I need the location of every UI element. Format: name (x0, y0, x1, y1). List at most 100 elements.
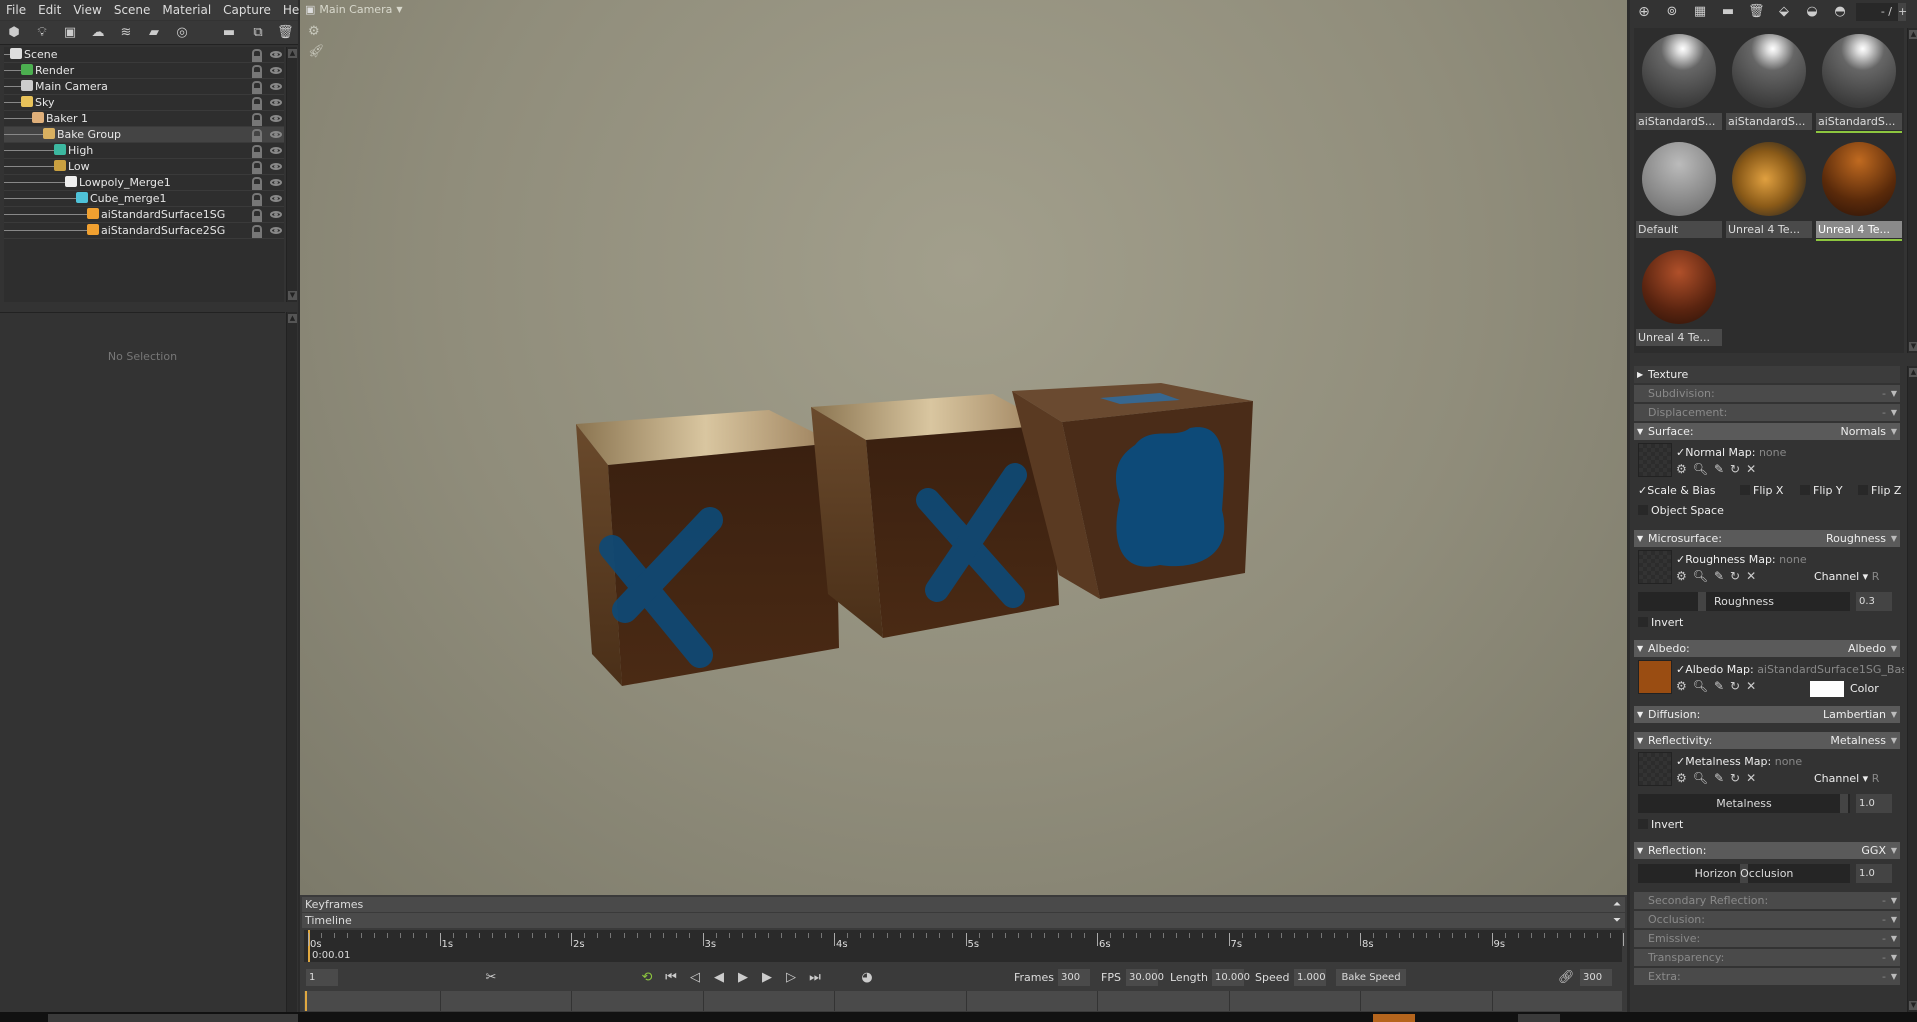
lock-icon[interactable] (252, 161, 262, 174)
lock-icon[interactable] (252, 193, 262, 206)
metalness-slider[interactable]: Metalness (1638, 794, 1850, 813)
horizon-occlusion-slider[interactable]: Horizon Occlusion (1638, 864, 1850, 883)
add-fog-icon[interactable]: ≋ (118, 25, 134, 41)
lock-icon[interactable] (252, 49, 262, 62)
first-frame-icon[interactable]: ⏮ (664, 971, 678, 985)
metalness-map-row[interactable]: ✓Metalness Map: none (1676, 755, 1802, 768)
add-baker-icon[interactable]: ▰ (146, 25, 162, 41)
lock-icon[interactable] (252, 177, 262, 190)
section-microsurface[interactable]: ▼ Microsurface: Roughness ▼ (1634, 530, 1900, 547)
lock-icon[interactable] (252, 145, 262, 158)
eye-icon[interactable] (270, 67, 282, 74)
lock-icon[interactable] (252, 113, 262, 126)
export-icon[interactable]: ◓ (1832, 4, 1848, 20)
section-displacement[interactable]: Displacement: - ▼ (1634, 404, 1900, 421)
object-space-checkbox[interactable]: Object Space (1638, 504, 1724, 517)
section-emissive[interactable]: Emissive: - ▼ (1634, 930, 1900, 947)
tree-item[interactable]: High (4, 143, 284, 159)
tree-item[interactable]: Lowpoly_Merge1 (4, 175, 284, 191)
section-occlusion[interactable]: Occlusion: - ▼ (1634, 911, 1900, 928)
section-reflectivity[interactable]: ▼ Reflectivity: Metalness ▼ (1634, 732, 1900, 749)
duplicate-icon[interactable]: ⧉ (250, 25, 266, 41)
material-thumbnail[interactable]: aiStandardS... (1726, 30, 1812, 134)
albedo-map-thumbnail[interactable] (1638, 660, 1672, 694)
length-field[interactable]: 10.000 (1212, 969, 1250, 986)
speed-icon[interactable]: ◕ (860, 971, 874, 985)
diffusion-mode[interactable]: Lambertian (1823, 706, 1886, 723)
albedo-map-row[interactable]: ✓Albedo Map: aiStandardSurface1SG_Bas (1676, 663, 1904, 676)
lock-icon[interactable] (252, 97, 262, 110)
section-texture[interactable]: ▶ Texture (1634, 366, 1900, 383)
albedo-map-tools[interactable]: ⚙🔍︎✎↻✕ (1676, 679, 1762, 693)
timeline-bar[interactable]: Timeline ⏷ (302, 913, 1625, 928)
material-thumbnail[interactable]: Unreal 4 Te... (1636, 246, 1722, 350)
menu-edit[interactable]: Edit (32, 0, 67, 20)
normal-map-tools[interactable]: ⚙🔍︎✎↻✕ (1676, 462, 1762, 476)
bake-speed-button[interactable]: Bake Speed (1336, 969, 1406, 986)
add-turntable-icon[interactable]: ◎ (174, 25, 190, 41)
viewport-3d[interactable]: ⚙ 🚀︎ (300, 0, 1627, 895)
scroll-up-icon[interactable]: ▲ (288, 314, 297, 323)
duplicate-material-icon[interactable]: ⊚ (1664, 4, 1680, 20)
metalness-invert-checkbox[interactable]: Invert (1638, 818, 1683, 831)
menu-view[interactable]: View (67, 0, 107, 20)
keyframes-bar[interactable]: Keyframes ⏶ (302, 897, 1625, 912)
section-secondary-reflection[interactable]: Secondary Reflection: - ▼ (1634, 892, 1900, 909)
tree-item[interactable]: Bake Group (4, 127, 284, 143)
pick-material-icon[interactable]: ⬙ (1776, 4, 1792, 20)
end-frame-field[interactable]: 300 (1580, 969, 1612, 986)
material-thumbnail[interactable]: aiStandardS... (1636, 30, 1722, 134)
eye-icon[interactable] (270, 163, 282, 170)
flip-y-checkbox[interactable]: Flip Y (1800, 484, 1843, 497)
metalness-map-tools[interactable]: ⚙🔍︎✎↻✕ (1676, 771, 1762, 785)
roughness-map-tools[interactable]: ⚙🔍︎✎↻✕ (1676, 569, 1762, 583)
horizon-occlusion-value[interactable]: 1.0 (1856, 864, 1892, 883)
normal-map-row[interactable]: ✓Normal Map: none (1676, 446, 1786, 459)
material-thumbnail[interactable]: Unreal 4 Te... (1816, 138, 1902, 242)
metalness-map-thumbnail[interactable] (1638, 752, 1672, 786)
tree-item[interactable]: aiStandardSurface2SG (4, 223, 284, 239)
roughness-map-row[interactable]: ✓Roughness Map: none (1676, 553, 1807, 566)
roughness-value[interactable]: 0.3 (1856, 592, 1892, 611)
scroll-up-icon[interactable]: ▲ (1909, 368, 1917, 377)
loop-icon[interactable]: ⟲ (640, 971, 654, 985)
microsurface-mode[interactable]: Roughness (1826, 530, 1886, 547)
scroll-down-icon[interactable]: ▼ (1909, 342, 1917, 351)
tree-item[interactable]: Sky (4, 95, 284, 111)
tree-item[interactable]: aiStandardSurface1SG (4, 207, 284, 223)
trash-icon[interactable]: 🗑︎ (277, 25, 294, 41)
lock-icon[interactable] (252, 129, 262, 142)
menu-file[interactable]: File (0, 0, 32, 20)
metalness-value[interactable]: 1.0 (1856, 794, 1892, 813)
expand-up-icon[interactable]: ⏶ (1613, 897, 1621, 912)
roughness-invert-checkbox[interactable]: Invert (1638, 616, 1683, 629)
prev-key-icon[interactable]: ◁ (688, 971, 702, 985)
flip-x-checkbox[interactable]: Flip X (1740, 484, 1783, 497)
eye-icon[interactable] (270, 179, 282, 186)
play-icon[interactable]: ▶ (736, 971, 750, 985)
tree-scrollbar[interactable]: ▲ ▼ (286, 47, 297, 302)
properties-scrollbar[interactable]: ▲ ▼ (1907, 366, 1917, 1012)
tree-item[interactable]: Low (4, 159, 284, 175)
tree-item[interactable]: Scene (4, 47, 284, 63)
keyframe-track[interactable] (304, 991, 1622, 1011)
add-camera-icon[interactable]: ▣ (62, 25, 78, 41)
albedo-mode[interactable]: Albedo (1848, 640, 1886, 657)
eye-icon[interactable] (270, 115, 282, 122)
tree-item[interactable]: Cube_merge1 (4, 191, 284, 207)
folder-icon[interactable]: ▬ (1720, 4, 1736, 20)
material-thumbnail[interactable]: Unreal 4 Te... (1726, 138, 1812, 242)
page-plus-button[interactable]: + (1898, 3, 1907, 21)
settings-icon[interactable]: ⚙ (308, 24, 320, 39)
cube-2[interactable] (811, 394, 1059, 638)
checker-icon[interactable]: ▦ (1692, 4, 1708, 20)
roughness-map-thumbnail[interactable] (1638, 550, 1672, 584)
section-reflection[interactable]: ▼ Reflection: GGX ▼ (1634, 842, 1900, 859)
link-icon[interactable]: 🔗︎ (1558, 971, 1575, 985)
tree-item[interactable]: Baker 1 (4, 111, 284, 127)
eye-icon[interactable] (270, 99, 282, 106)
fps-field[interactable]: 30.000 (1126, 969, 1164, 986)
eye-icon[interactable] (270, 83, 282, 90)
current-frame-field[interactable]: 1 (306, 969, 338, 986)
eye-icon[interactable] (270, 51, 282, 58)
